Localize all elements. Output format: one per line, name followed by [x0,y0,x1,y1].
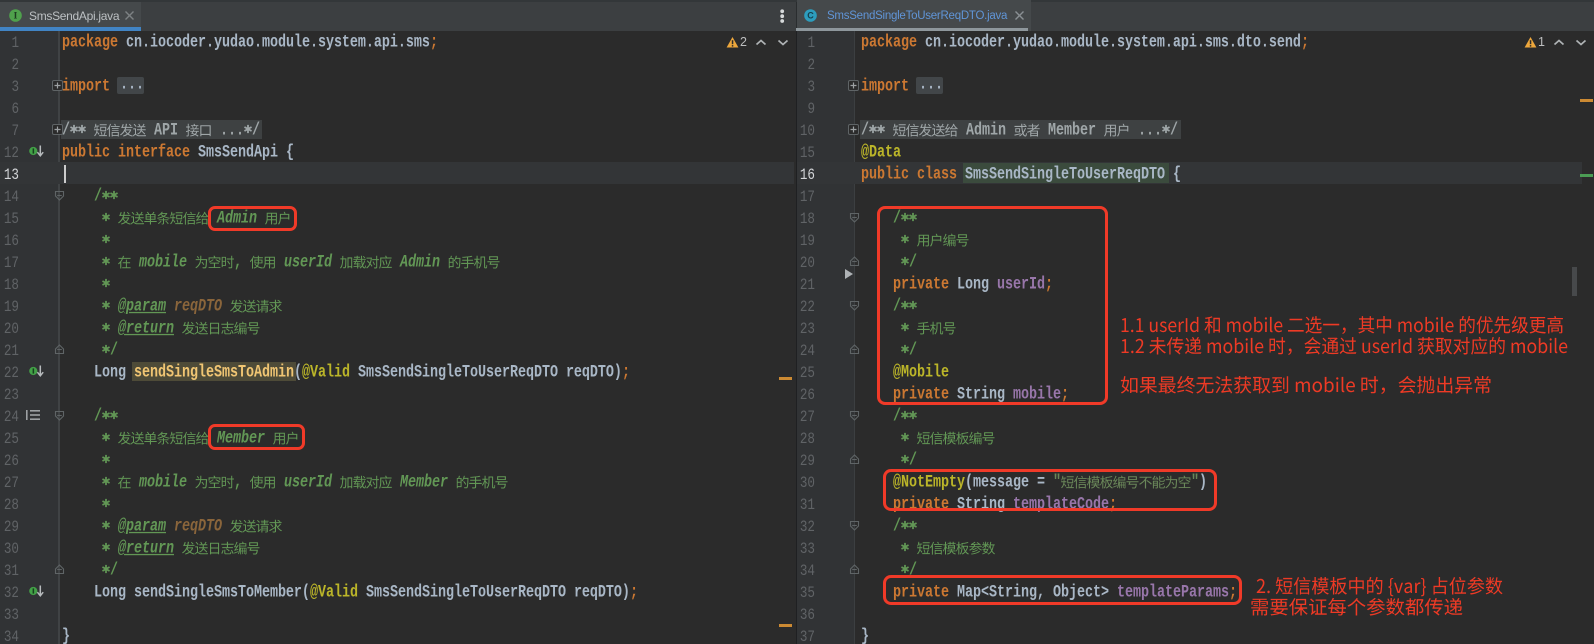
svg-text:C: C [807,11,814,21]
svg-text:I: I [14,12,18,22]
